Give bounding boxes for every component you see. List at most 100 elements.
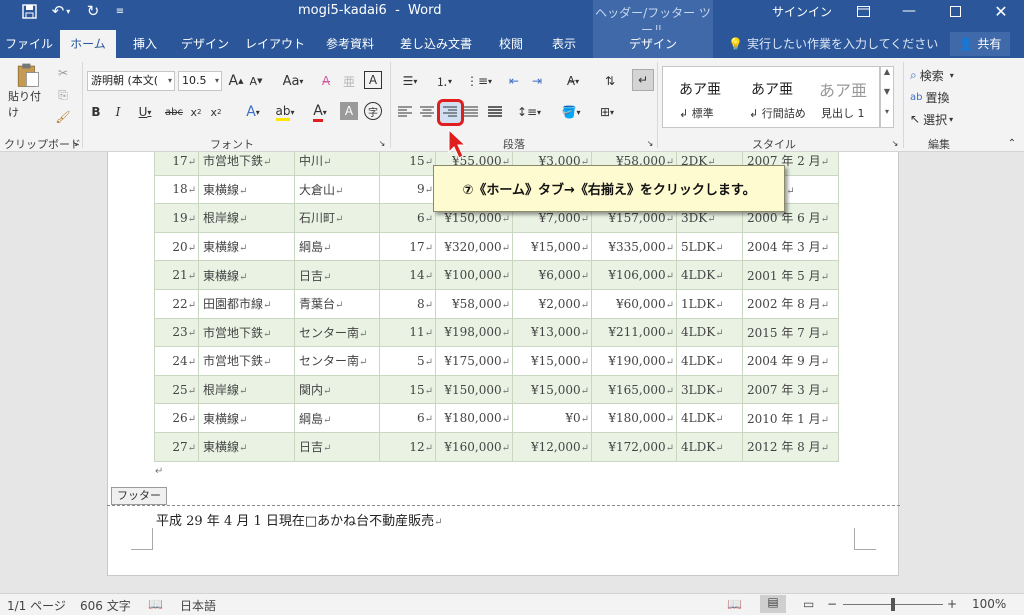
tab-file[interactable]: ファイル [0, 30, 58, 58]
table-row[interactable]: 21↵ 東横線↵ 日吉↵ 14↵ ¥100,000↵ ¥6,000↵ ¥106,000↵ 4L… [154, 260, 839, 290]
language[interactable]: 日本語 [180, 597, 216, 614]
table-row[interactable]: 20↵ 東横線↵ 綱島↵ 17↵ ¥320,000↵ ¥15,000↵ ¥335,000↵ 5… [154, 231, 839, 262]
table-cell[interactable]: ¥15,000↵ [512, 346, 592, 376]
table-cell[interactable]: 6↵ [379, 403, 436, 433]
table-cell[interactable]: ¥15,000↵ [512, 231, 592, 262]
table-cell[interactable]: 20↵ [154, 231, 199, 262]
justify-icon[interactable] [462, 102, 480, 122]
font-color-icon[interactable]: A ▾ [306, 102, 334, 122]
table-cell[interactable]: 6↵ [379, 203, 436, 233]
table-cell[interactable]: 東横線↵ [198, 231, 295, 262]
more-styles-icon[interactable]: ▾ [881, 107, 893, 127]
customize-qat-icon[interactable]: ≡ [112, 0, 128, 22]
enclose-characters-icon[interactable]: 字 [364, 102, 382, 120]
table-cell[interactable]: 9↵ [379, 174, 436, 205]
scroll-down-icon[interactable]: ▼ [881, 87, 893, 107]
table-cell[interactable]: ¥211,000↵ [591, 317, 677, 348]
character-border-icon[interactable]: A [364, 71, 382, 89]
table-cell[interactable]: ¥190,000↵ [591, 346, 677, 376]
web-layout-icon[interactable]: ▭ [803, 597, 814, 611]
table-cell[interactable]: ¥160,000↵ [435, 431, 513, 462]
strikethrough-button[interactable]: abc [163, 102, 185, 122]
asian-layout-icon[interactable]: A̴ ▾ [558, 71, 588, 91]
table-cell[interactable]: 2015 年 7 月↵ [742, 317, 839, 348]
table-cell[interactable]: 市営地下鉄↵ [198, 317, 295, 348]
line-spacing-icon[interactable]: ↕≡ ▾ [514, 102, 544, 122]
table-cell[interactable]: 4LDK↵ [676, 260, 743, 290]
table-cell[interactable]: 東横線↵ [198, 260, 295, 290]
table-cell[interactable]: 2002 年 8 月↵ [742, 288, 839, 319]
table-cell[interactable]: 綱島↵ [294, 231, 380, 262]
superscript-button[interactable]: x2 [208, 102, 224, 122]
character-shading-icon[interactable]: A [340, 102, 358, 120]
tab-header-footer-design[interactable]: デザイン [593, 30, 713, 58]
table-cell[interactable]: 5LDK↵ [676, 231, 743, 262]
table-row[interactable]: 27↵ 東横線↵ 日吉↵ 12↵ ¥160,000↵ ¥12,000↵ ¥172,000↵ 4… [154, 431, 839, 462]
table-cell[interactable]: ¥6,000↵ [512, 260, 592, 290]
read-mode-icon[interactable]: 📖 [727, 597, 742, 611]
table-cell[interactable]: 8↵ [379, 288, 436, 319]
styles-launcher-icon[interactable]: ↘ [890, 138, 900, 148]
change-case-icon[interactable]: Aa ▾ [278, 71, 308, 91]
bold-button[interactable]: B [88, 102, 104, 122]
tab-layout[interactable]: レイアウト [244, 30, 306, 58]
table-cell[interactable]: 25↵ [154, 374, 199, 405]
table-cell[interactable]: 1LDK↵ [676, 288, 743, 319]
table-cell[interactable]: 市営地下鉄↵ [198, 152, 295, 176]
style-preview-normal[interactable]: あア亜 [679, 79, 721, 99]
styles-scroll[interactable]: ▲ ▼ ▾ [880, 66, 894, 128]
style-name-heading1[interactable]: 見出し 1 [821, 105, 865, 121]
table-cell[interactable]: ¥180,000↵ [591, 403, 677, 433]
table-cell[interactable]: 市営地下鉄↵ [198, 346, 295, 376]
tab-review[interactable]: 校閲 [490, 30, 532, 58]
table-cell[interactable]: 15↵ [379, 152, 436, 176]
table-cell[interactable]: 17↵ [154, 152, 199, 176]
table-cell[interactable]: 2004 年 3 月↵ [742, 231, 839, 262]
font-launcher-icon[interactable]: ↘ [377, 138, 387, 148]
table-cell[interactable]: ¥175,000↵ [435, 346, 513, 376]
table-cell[interactable]: 根岸線↵ [198, 203, 295, 233]
show-formatting-marks-icon[interactable]: ↵ [632, 69, 654, 91]
minimize-icon[interactable]: — [886, 0, 932, 22]
table-cell[interactable]: ¥335,000↵ [591, 231, 677, 262]
font-size-combo[interactable]: 10.5 ▾ [178, 71, 222, 91]
table-cell[interactable]: 4LDK↵ [676, 317, 743, 348]
text-effects-icon[interactable]: A ▾ [240, 102, 266, 122]
align-center-icon[interactable] [418, 102, 436, 122]
table-cell[interactable]: 14↵ [379, 260, 436, 290]
table-cell[interactable]: ¥180,000↵ [435, 403, 513, 433]
table-cell[interactable]: 日吉↵ [294, 260, 380, 290]
distributed-icon[interactable] [486, 102, 504, 122]
table-cell[interactable]: 日吉↵ [294, 431, 380, 462]
tab-mailings[interactable]: 差し込み文書 [394, 30, 478, 58]
align-right-icon[interactable] [441, 102, 459, 122]
copy-icon[interactable]: ⎘ [54, 86, 72, 104]
subscript-button[interactable]: x2 [188, 102, 204, 122]
bullets-icon[interactable]: ☰ ▾ [396, 71, 424, 91]
sort-icon[interactable]: ⇅ [600, 71, 620, 91]
zoom-out-icon[interactable]: − [827, 597, 837, 611]
save-icon[interactable] [18, 0, 40, 22]
font-name-combo[interactable]: 游明朝 (本文(▾ [87, 71, 175, 91]
table-row[interactable]: 25↵ 根岸線↵ 関内↵ 15↵ ¥150,000↵ ¥15,000↵ ¥165,000↵ 3… [154, 374, 839, 405]
numbering-icon[interactable]: ⒈ ▾ [430, 71, 458, 91]
scroll-up-icon[interactable]: ▲ [881, 67, 893, 87]
tab-references[interactable]: 参考資料 [318, 30, 382, 58]
table-cell[interactable]: 石川町↵ [294, 203, 380, 233]
shading-icon[interactable]: 🪣 ▾ [556, 102, 586, 122]
tab-design[interactable]: デザイン [176, 30, 234, 58]
table-row[interactable]: 23↵ 市営地下鉄↵ センター南↵ 11↵ ¥198,000↵ ¥13,000↵ ¥211,… [154, 317, 839, 348]
ribbon-display-options-icon[interactable] [840, 0, 886, 22]
increase-indent-icon[interactable]: ⇥ [527, 71, 547, 91]
print-layout-icon[interactable]: ▤ [760, 595, 786, 613]
replace-button[interactable]: ab 置換 [910, 88, 974, 106]
table-cell[interactable]: 東横線↵ [198, 174, 295, 205]
table-cell[interactable]: ¥100,000↵ [435, 260, 513, 290]
page-count[interactable]: 1/1 ページ [7, 597, 66, 614]
table-cell[interactable]: 田園都市線↵ [198, 288, 295, 319]
table-cell[interactable]: ¥106,000↵ [591, 260, 677, 290]
table-cell[interactable]: ¥172,000↵ [591, 431, 677, 462]
zoom-slider-thumb[interactable] [891, 598, 895, 611]
table-cell[interactable]: ¥198,000↵ [435, 317, 513, 348]
zoom-in-icon[interactable]: + [947, 597, 957, 611]
